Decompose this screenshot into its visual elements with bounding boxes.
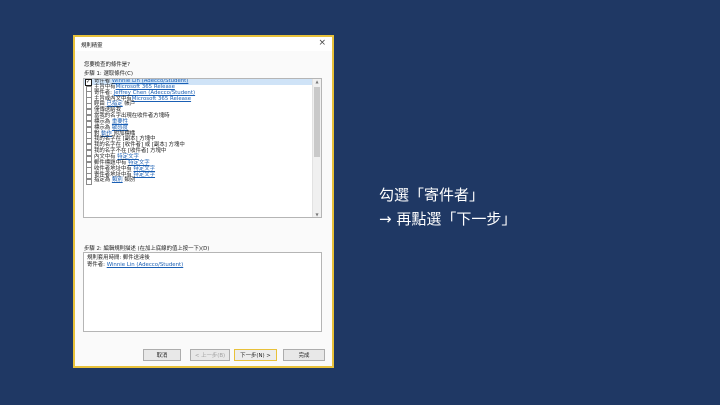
condition-question: 您要檢查的條件是?: [84, 62, 130, 68]
scroll-thumb[interactable]: [314, 87, 320, 157]
condition-value-link[interactable]: Microsoft 365 Release: [132, 96, 191, 102]
condition-text-suffix: 類別: [122, 177, 136, 184]
description-line-2: 寄件者: Winnie Lin (Adecco/Student): [87, 262, 184, 268]
condition-value-link[interactable]: 特定文字: [133, 172, 155, 178]
back-button[interactable]: < 上一步(B): [190, 349, 230, 361]
instruction-line-1: 勾選「寄件者」: [379, 186, 485, 204]
next-button[interactable]: 下一步(N) >: [234, 349, 277, 361]
close-icon[interactable]: ×: [318, 38, 326, 48]
step1-label: 步驟 1: 選取條件(C): [84, 71, 133, 77]
condition-text-suffix: 帳戶: [122, 101, 136, 108]
description-line-1: 規則套用時間: 郵件送達後: [87, 255, 150, 261]
instruction-annotation: 勾選「寄件者」 → 再點選「下一步」: [379, 183, 516, 231]
condition-checkbox[interactable]: [86, 179, 93, 186]
sender-value-link[interactable]: Winnie Lin (Adecco/Student): [107, 262, 184, 268]
scroll-down-icon[interactable]: ▼: [313, 212, 321, 217]
condition-text: 指定為: [94, 177, 112, 184]
dialog-title: 規則精靈: [81, 43, 103, 49]
scroll-up-icon[interactable]: ▲: [313, 79, 321, 84]
condition-value-link[interactable]: 類別: [112, 177, 123, 183]
cancel-button[interactable]: 取消: [143, 349, 181, 361]
rule-description-box: 規則套用時間: 郵件送達後 寄件者: Winnie Lin (Adecco/St…: [83, 252, 322, 332]
conditions-scrollbar[interactable]: ▲ ▼: [312, 79, 321, 217]
dialog-titlebar: 規則精靈 ×: [75, 37, 332, 51]
instruction-line-2: → 再點選「下一步」: [379, 210, 517, 228]
step2-label: 步驟 2: 編輯規則描述 (在加上底線的值上按一下)(D): [84, 246, 210, 252]
conditions-list[interactable]: ✓ 寄件者 Winnie Lin (Adecco/Student) 主旨中有Micr…: [83, 78, 322, 218]
condition-row[interactable]: 指定為 類別 類別: [84, 177, 321, 186]
rules-wizard-dialog: 規則精靈 × 您要檢查的條件是? 步驟 1: 選取條件(C) ✓ 寄件者 Winn…: [73, 35, 334, 368]
finish-button[interactable]: 完成: [283, 349, 325, 361]
